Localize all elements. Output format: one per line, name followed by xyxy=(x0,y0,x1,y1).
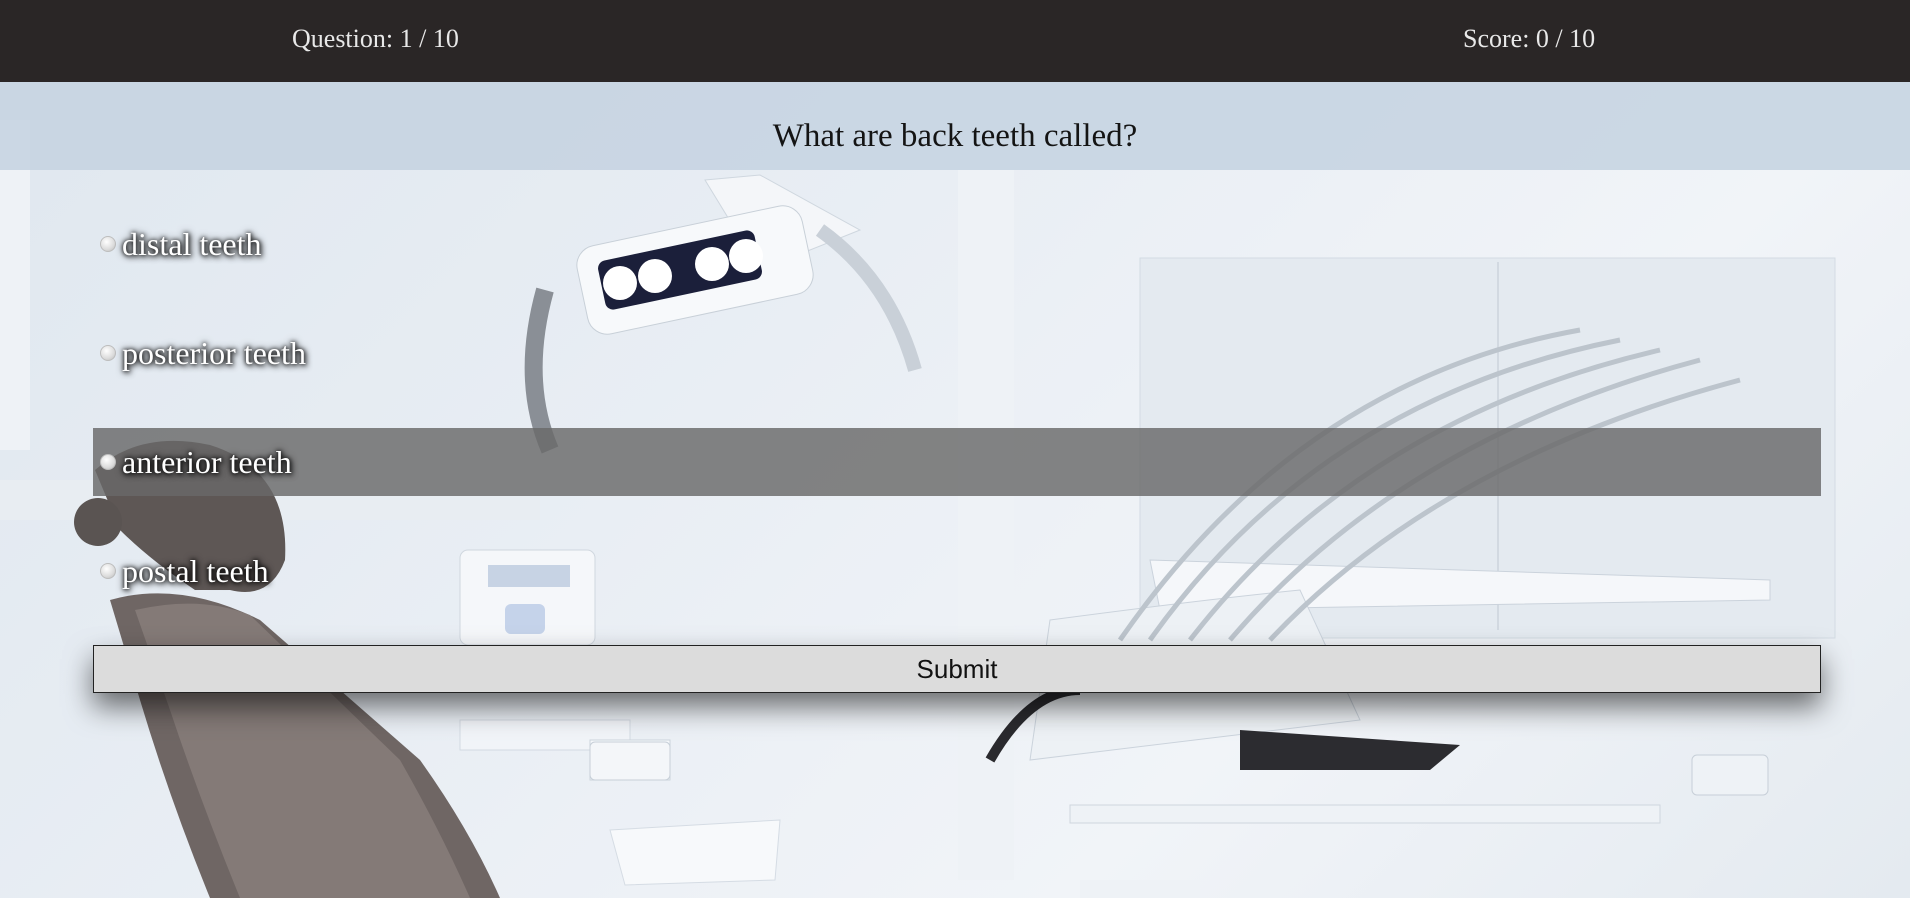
radio-button[interactable] xyxy=(100,454,116,470)
question-counter: Question: 1 / 10 xyxy=(292,24,459,53)
submit-button[interactable]: Submit xyxy=(93,645,1821,693)
option-anterior-teeth[interactable]: anterior teeth xyxy=(93,428,1821,496)
score-display: Score: 0 / 10 xyxy=(1463,24,1596,53)
answer-options: distal teeth posterior teeth anterior te… xyxy=(93,210,1821,646)
option-postal-teeth[interactable]: postal teeth xyxy=(93,537,1821,605)
radio-button[interactable] xyxy=(100,236,116,252)
question-text: What are back teeth called? xyxy=(772,118,1138,154)
option-distal-teeth[interactable]: distal teeth xyxy=(93,210,1821,278)
option-label: posterior teeth xyxy=(122,334,306,371)
option-posterior-teeth[interactable]: posterior teeth xyxy=(93,319,1821,387)
top-bar: Question: 1 / 10 Score: 0 / 10 xyxy=(0,0,1910,82)
option-label: postal teeth xyxy=(122,552,269,589)
option-label: distal teeth xyxy=(122,225,262,262)
option-label: anterior teeth xyxy=(122,443,292,480)
radio-button[interactable] xyxy=(100,345,116,361)
radio-button[interactable] xyxy=(100,563,116,579)
